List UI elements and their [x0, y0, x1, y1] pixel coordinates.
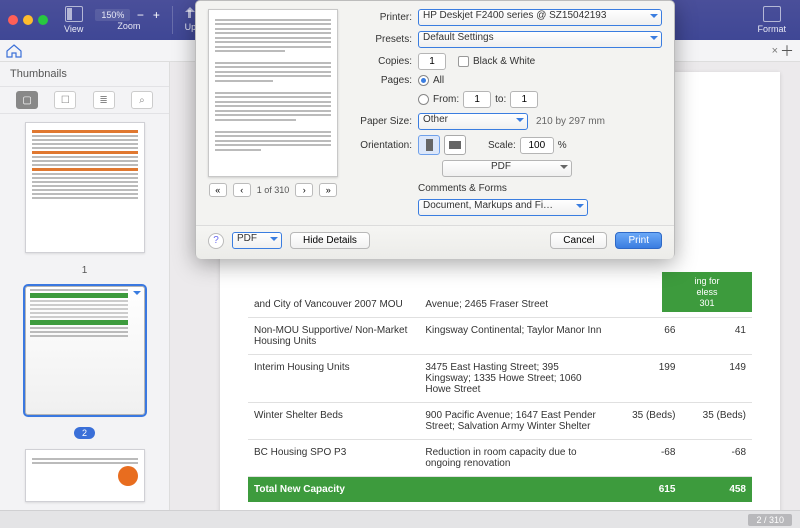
scale-input[interactable]: [520, 137, 554, 154]
fullscreen-window-button[interactable]: [38, 15, 48, 25]
format-button[interactable]: Format: [757, 6, 786, 34]
page-indicator[interactable]: 2 / 310: [748, 514, 792, 526]
pages-to-input[interactable]: [510, 91, 538, 108]
print-preview-page: [208, 9, 338, 177]
paper-dimensions-label: 210 by 297 mm: [536, 116, 605, 127]
window-controls: [8, 15, 48, 25]
copies-label: Copies:: [352, 56, 418, 67]
search-tab[interactable]: ⌕: [131, 91, 153, 109]
thumbnails-tab[interactable]: ▢: [16, 91, 38, 109]
orientation-portrait-button[interactable]: [418, 135, 440, 155]
zoom-value[interactable]: 150%: [95, 9, 130, 21]
annotations-tab[interactable]: ≣: [93, 91, 115, 109]
minimize-window-button[interactable]: [23, 15, 33, 25]
preview-page-nav: « ‹ 1 of 310 › »: [208, 183, 338, 197]
sidebar-mode-tabs: ▢ ☐ ≣ ⌕: [0, 86, 169, 114]
table-total-row: Total New Capacity 615 458: [248, 477, 752, 503]
presets-label: Presets:: [352, 34, 418, 45]
orientation-label: Orientation:: [352, 140, 418, 151]
thumbnail-page-3[interactable]: [25, 449, 145, 502]
format-icon: [763, 6, 781, 22]
preview-prev-button[interactable]: ‹: [233, 183, 251, 197]
print-preview-pane: « ‹ 1 of 310 › »: [208, 9, 338, 221]
table-header-green: ing foreless301: [662, 272, 752, 312]
sidebar-title: Thumbnails: [0, 62, 169, 86]
new-tab-button[interactable]: ＋: [780, 41, 794, 61]
zoom-control: 150% − + Zoom: [95, 9, 162, 31]
bookmarks-tab[interactable]: ☐: [54, 91, 76, 109]
comments-forms-label: Comments & Forms: [418, 183, 507, 194]
graphic-icon: [118, 466, 138, 486]
table-row: Winter Shelter Beds900 Pacific Avenue; 1…: [248, 403, 752, 440]
orientation-landscape-button[interactable]: [444, 135, 466, 155]
pages-range-radio[interactable]: [418, 94, 429, 105]
preview-page-label: 1 of 310: [257, 185, 290, 195]
print-button[interactable]: Print: [615, 232, 662, 249]
hide-details-button[interactable]: Hide Details: [290, 232, 370, 249]
pages-from-label: From:: [433, 94, 459, 105]
zoom-out-button[interactable]: −: [134, 9, 146, 21]
tab-close-button[interactable]: ×: [772, 45, 778, 57]
print-dialog-footer: ? PDF Hide Details Cancel Print: [196, 225, 674, 259]
presets-select[interactable]: Default Settings: [418, 31, 662, 48]
close-window-button[interactable]: [8, 15, 18, 25]
pages-from-input[interactable]: [463, 91, 491, 108]
print-options-form: Printer: HP Deskjet F2400 series @ SZ150…: [352, 9, 662, 221]
thumbnails-sidebar: Thumbnails ▢ ☐ ≣ ⌕ 1: [0, 62, 170, 510]
comments-forms-select[interactable]: Document, Markups and Fi…: [418, 199, 588, 216]
preview-first-button[interactable]: «: [209, 183, 227, 197]
scale-label: Scale:: [488, 140, 516, 151]
percent-label: %: [558, 140, 567, 151]
zoom-label: Zoom: [117, 21, 140, 31]
table-row: Interim Housing Units3475 East Hasting S…: [248, 355, 752, 403]
pages-to-label: to:: [495, 94, 506, 105]
pages-all-radio[interactable]: [418, 75, 429, 86]
table-row: BC Housing SPO P3Reduction in room capac…: [248, 440, 752, 477]
pdf-section-select[interactable]: PDF: [442, 160, 572, 177]
format-label: Format: [757, 24, 786, 34]
thumbnail-1-label: 1: [82, 265, 88, 276]
thumbnails-list: 1 2: [0, 114, 169, 510]
printer-select[interactable]: HP Deskjet F2400 series @ SZ15042193: [418, 9, 662, 26]
pdf-dropdown-button[interactable]: PDF: [232, 232, 282, 249]
print-dialog: « ‹ 1 of 310 › » Printer: HP Deskjet F24…: [195, 0, 675, 258]
thumbnail-2-label: 2: [74, 427, 95, 439]
thumbnail-page-1[interactable]: [25, 122, 145, 253]
preview-last-button[interactable]: »: [319, 183, 337, 197]
cancel-button[interactable]: Cancel: [550, 232, 607, 249]
pages-label: Pages:: [352, 75, 418, 86]
paper-size-select[interactable]: Other: [418, 113, 528, 130]
bw-checkbox[interactable]: [458, 56, 469, 67]
thumbnail-page-2[interactable]: [25, 286, 145, 415]
zoom-in-button[interactable]: +: [150, 9, 162, 21]
table-row: Non-MOU Supportive/ Non-Market Housing U…: [248, 318, 752, 355]
home-icon[interactable]: [6, 44, 22, 58]
copies-input[interactable]: [418, 53, 446, 70]
status-bar: 2 / 310: [0, 510, 800, 528]
preview-next-button[interactable]: ›: [295, 183, 313, 197]
paper-size-label: Paper Size:: [352, 116, 418, 127]
capacity-table: and City of Vancouver 2007 MOUAvenue; 24…: [248, 292, 752, 502]
view-icon: [65, 6, 83, 22]
view-mode-button[interactable]: View: [64, 6, 83, 34]
view-label: View: [64, 24, 83, 34]
toolbar-separator: [172, 6, 173, 34]
bw-label: Black & White: [473, 56, 535, 67]
help-button[interactable]: ?: [208, 233, 224, 249]
pages-all-label: All: [433, 75, 444, 86]
printer-label: Printer:: [352, 12, 418, 23]
